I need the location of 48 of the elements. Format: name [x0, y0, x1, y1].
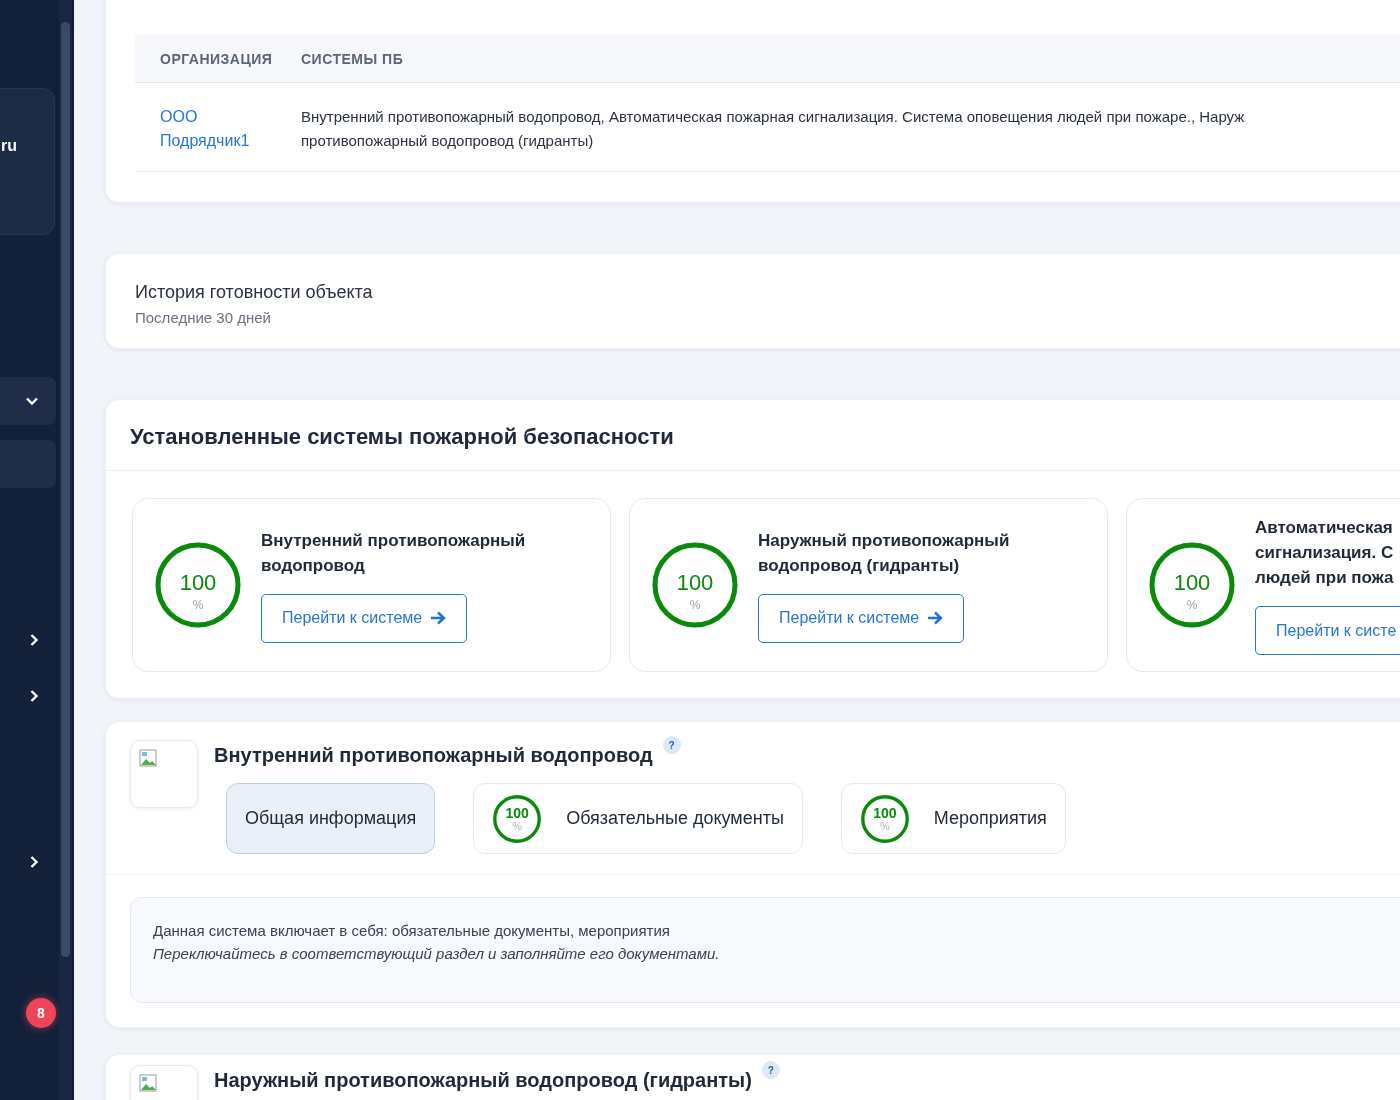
progress-unit: %	[511, 819, 524, 832]
brand-text: ru	[1, 137, 17, 155]
system-title: людей при пожа	[1255, 567, 1395, 589]
chevron-down-icon	[26, 397, 38, 405]
chevron-right-icon[interactable]	[30, 690, 38, 702]
system-title: водопровод	[261, 554, 366, 577]
arrow-right-icon	[430, 611, 447, 625]
section-subtitle: Последние 30 дней	[135, 309, 272, 326]
system-title: водопровод (гидранты)	[758, 554, 961, 577]
tab-label[interactable]: Мероприятия	[933, 808, 1047, 829]
section-tab[interactable]: 100 % Обязательные документы	[473, 783, 803, 854]
section-title: История готовности объекта	[135, 282, 374, 303]
system-heading: Внутренний противопожарный водопровод	[214, 744, 653, 767]
brand-card[interactable]: ru	[0, 88, 55, 235]
system-title: Наружный противопожарный	[758, 529, 1010, 552]
chevron-right-icon[interactable]	[30, 634, 38, 646]
column-header: СИСТЕМЫ ПБ	[301, 50, 404, 67]
progress-value: 100	[872, 804, 898, 821]
tab-label[interactable]: Общая информация	[245, 808, 417, 829]
progress-value: 100	[504, 804, 530, 821]
progress-unit: %	[878, 819, 891, 832]
table-cell-text: Внутренний противопожарный водопровод, Автоматическая пожарная сигнализация. Система оповещения людей при пожаре., Наруж	[301, 107, 1245, 127]
table-cell-text: противопожарный водопровод (гидранты)	[301, 131, 595, 151]
chevron-right-icon[interactable]	[30, 856, 38, 868]
arrow-right-icon	[927, 611, 944, 625]
system-title: Автоматическая	[1255, 517, 1394, 539]
help-icon[interactable]: ?	[761, 1061, 780, 1079]
system-heading: Наружный противопожарный водопровод (гидранты)	[214, 1069, 752, 1092]
section-title: Установленные системы пожарной безопасности	[130, 424, 674, 449]
broken-image-icon	[139, 749, 157, 767]
progress-ring	[859, 793, 910, 844]
progress-ring	[492, 793, 543, 844]
section-tab[interactable]: Общая информация	[226, 783, 436, 854]
help-icon[interactable]: ?	[662, 736, 681, 754]
scrollbar[interactable]	[59, 0, 72, 1100]
system-title: сигнализация. С	[1255, 542, 1395, 564]
notification-badge[interactable]: 8	[26, 998, 56, 1028]
info-hint: Переключайтесь в соответствующий раздел и заполняйте его документами.	[153, 945, 721, 962]
section-tab[interactable]: 100 % Мероприятия	[840, 783, 1066, 854]
go-to-system-button[interactable]: Перейти к системе	[261, 593, 468, 643]
organization-link[interactable]: ООО Подрядчик1	[135, 105, 301, 153]
go-to-system-button[interactable]: Перейти к систе	[1255, 606, 1400, 655]
system-title: Внутренний противопожарный	[261, 529, 526, 552]
column-header: ОРГАНИЗАЦИЯ	[159, 50, 274, 67]
go-to-system-button[interactable]: Перейти к системе	[758, 593, 965, 643]
info-text: Данная система включает в себя: обязательные документы, мероприятия	[153, 922, 671, 939]
tab-label[interactable]: Обязательные документы	[566, 808, 784, 829]
broken-image-icon	[139, 1074, 157, 1092]
